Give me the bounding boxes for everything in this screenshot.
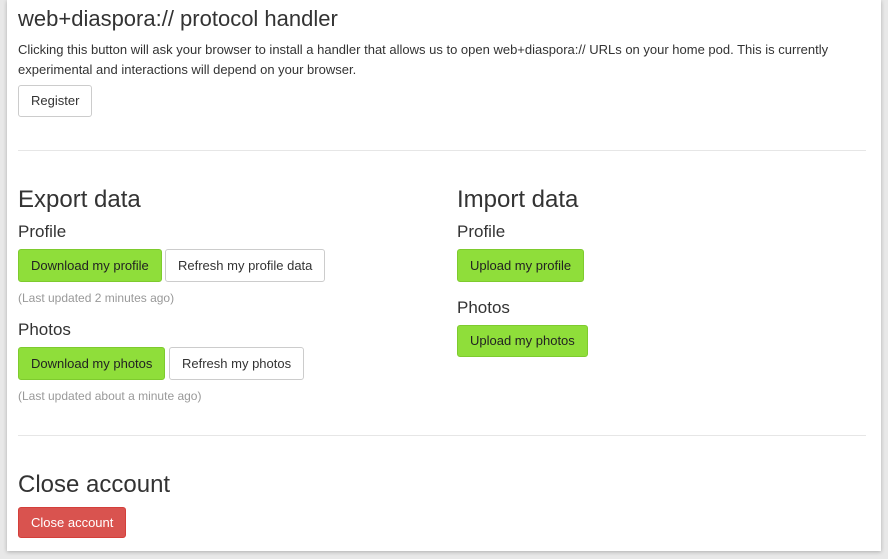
export-data-title: Export data: [18, 186, 141, 213]
divider: [18, 150, 866, 151]
import-profile-heading: Profile: [457, 222, 506, 241]
profile-last-updated: (Last updated 2 minutes ago): [18, 291, 175, 305]
settings-panel: web+diaspora:// protocol handler Clickin…: [7, 0, 881, 551]
refresh-photos-button[interactable]: Refresh my photos: [169, 347, 305, 380]
upload-profile-button[interactable]: Upload my profile: [457, 249, 585, 282]
divider: [18, 435, 866, 436]
download-profile-button[interactable]: Download my profile: [18, 249, 162, 282]
protocol-handler-title: web+diaspora:// protocol handler: [18, 6, 338, 31]
export-section: Export data: [18, 186, 438, 214]
register-button[interactable]: Register: [18, 85, 93, 117]
download-photos-button[interactable]: Download my photos: [18, 347, 166, 380]
close-account-button[interactable]: Close account: [18, 507, 127, 538]
close-account-title: Close account: [18, 471, 171, 498]
export-profile-heading: Profile: [18, 222, 67, 241]
upload-photos-button[interactable]: Upload my photos: [457, 325, 588, 357]
import-photos-heading: Photos: [457, 298, 510, 317]
refresh-profile-button[interactable]: Refresh my profile data: [165, 249, 326, 282]
import-data-title: Import data: [457, 186, 579, 213]
photos-last-updated: (Last updated about a minute ago): [18, 389, 202, 403]
export-photos-heading: Photos: [18, 320, 71, 339]
protocol-handler-description: Clicking this button will ask your brows…: [18, 42, 829, 77]
